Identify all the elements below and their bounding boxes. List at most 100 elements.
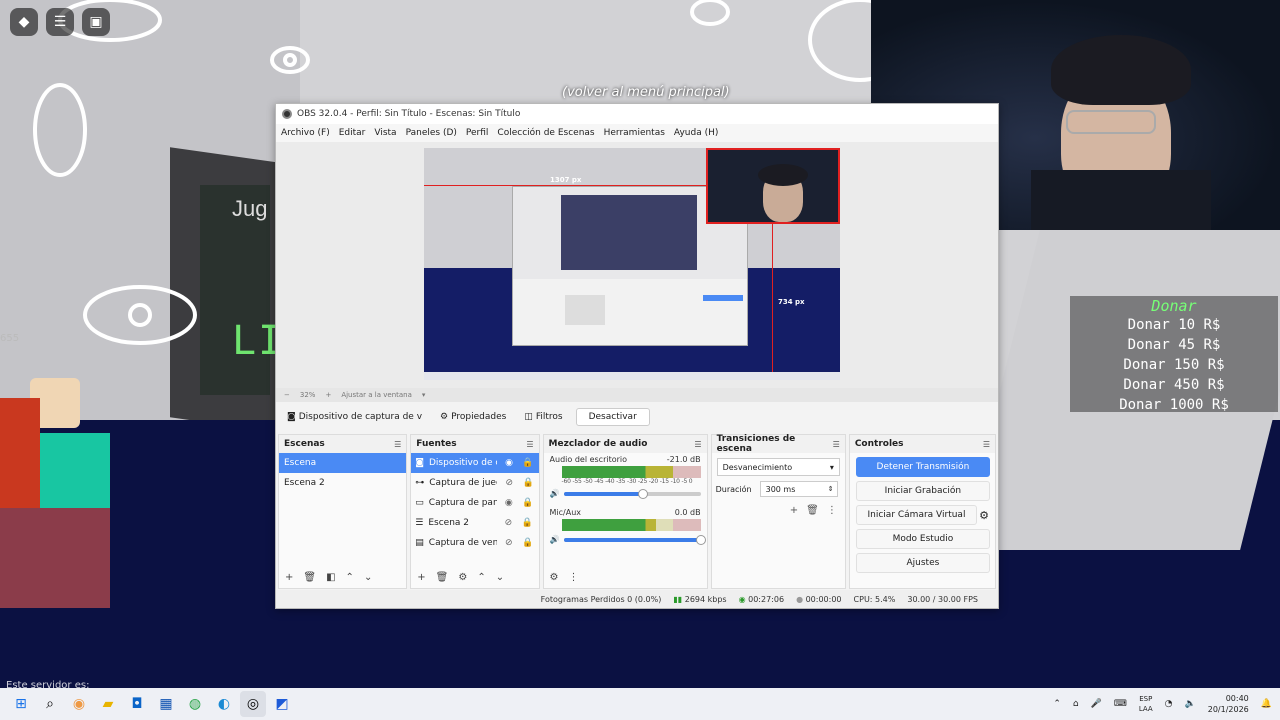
- trash-icon[interactable]: 🗑: [806, 505, 819, 516]
- trash-icon[interactable]: 🗑: [436, 572, 449, 583]
- zoom-minus-button[interactable]: −: [284, 391, 290, 399]
- menu-help[interactable]: Ayuda (H): [674, 128, 718, 138]
- windows-start-icon[interactable]: ⊞: [8, 691, 34, 717]
- settings-button[interactable]: Ajustes: [855, 553, 990, 573]
- filter-icon[interactable]: ◧: [326, 572, 335, 583]
- speaker-icon[interactable]: 🔊: [550, 535, 560, 544]
- lock-icon[interactable]: 🔒: [521, 538, 535, 548]
- start-virtual-camera-button[interactable]: Iniciar Cámara Virtual: [855, 505, 978, 525]
- dock-menu-icon[interactable]: ☰: [694, 440, 701, 449]
- donate-450-button[interactable]: Donar 450 R$: [1070, 375, 1278, 395]
- scenes-footer: + 🗑 ◧ ⌃ ⌄: [279, 568, 406, 586]
- deactivate-button[interactable]: Desactivar: [575, 408, 650, 426]
- source-item[interactable]: ▤ Captura de venta ⊘ 🔒: [411, 533, 538, 553]
- chat-icon[interactable]: ▣: [82, 8, 110, 36]
- visibility-eye-icon[interactable]: ◉: [502, 458, 516, 468]
- webcam-source-selection[interactable]: [706, 148, 840, 224]
- more-options-icon[interactable]: ⋮: [569, 572, 579, 583]
- filters-button[interactable]: ◫ Filtros: [519, 409, 567, 425]
- record-icon: ●: [796, 594, 804, 604]
- speaker-icon[interactable]: 🔊: [550, 489, 560, 498]
- source-item[interactable]: ◙ Dispositivo de cap ◉ 🔒: [411, 453, 539, 473]
- lock-icon[interactable]: 🔒: [521, 478, 535, 488]
- chevron-down-icon[interactable]: ⌄: [364, 572, 372, 583]
- roblox-logo-button[interactable]: ◆: [10, 8, 38, 36]
- notification-bell-icon[interactable]: 🔔: [1261, 699, 1272, 709]
- lock-icon[interactable]: 🔒: [520, 518, 534, 528]
- language-indicator[interactable]: ESP LAA: [1139, 694, 1153, 714]
- gear-icon[interactable]: ⚙: [979, 509, 989, 522]
- volume-slider[interactable]: 🔊: [550, 534, 706, 545]
- preview-canvas[interactable]: 1307 px 734 px: [424, 148, 840, 380]
- donate-10-button[interactable]: Donar 10 R$: [1070, 315, 1278, 335]
- menu-docks[interactable]: Paneles (D): [406, 128, 457, 138]
- source-item[interactable]: ▭ Captura de panta ◉ 🔒: [411, 493, 538, 513]
- advanced-audio-icon[interactable]: ⚙: [550, 572, 559, 583]
- wifi-icon[interactable]: ◔: [1165, 699, 1173, 709]
- menu-profile[interactable]: Perfil: [466, 128, 489, 138]
- clock[interactable]: 00:40 20/1/2026: [1208, 693, 1249, 715]
- chevron-down-icon[interactable]: ▾: [422, 391, 426, 399]
- donate-45-button[interactable]: Donar 45 R$: [1070, 335, 1278, 355]
- more-options-icon[interactable]: ⋮: [827, 505, 837, 516]
- search-icon[interactable]: ⌕: [37, 691, 63, 717]
- hidden-eye-icon[interactable]: ⊘: [502, 538, 516, 548]
- transition-select-value: Desvanecimiento: [722, 462, 793, 472]
- dock-menu-icon[interactable]: ☰: [526, 440, 533, 449]
- file-explorer-icon[interactable]: ▰: [95, 691, 121, 717]
- add-icon[interactable]: +: [417, 572, 425, 583]
- scene-item[interactable]: Escena: [279, 453, 407, 473]
- add-icon[interactable]: +: [285, 572, 293, 583]
- chevron-up-icon[interactable]: ⌃: [477, 572, 485, 583]
- whatsapp-icon[interactable]: ◍: [182, 691, 208, 717]
- duration-label: Duración: [715, 484, 752, 494]
- dock-menu-icon[interactable]: ☰: [394, 440, 401, 449]
- dock-menu-icon[interactable]: ☰: [983, 440, 990, 449]
- menu-view[interactable]: Vista: [374, 128, 396, 138]
- obs-taskbar-icon[interactable]: ◎: [240, 691, 266, 717]
- dock-menu-icon[interactable]: ☰: [833, 440, 840, 449]
- system-tray: ⌃ ⌂ 🎤 ⌨ ESP LAA ◔ 🔈 00:40 20/1/2026 🔔: [1053, 688, 1272, 720]
- source-item[interactable]: ⊶ Captura de juego ⊘ 🔒: [411, 473, 538, 493]
- hidden-eye-icon[interactable]: ⊘: [501, 518, 515, 528]
- volume-slider[interactable]: 🔊: [550, 488, 701, 499]
- menu-edit[interactable]: Editar: [339, 128, 366, 138]
- visibility-eye-icon[interactable]: ◉: [502, 498, 516, 508]
- roblox-taskbar-icon[interactable]: ◩: [269, 691, 295, 717]
- zoom-fit-select[interactable]: Ajustar a la ventana: [341, 391, 412, 399]
- transition-select[interactable]: Desvanecimiento ▾: [716, 458, 840, 476]
- trash-icon[interactable]: 🗑: [303, 572, 316, 583]
- stop-streaming-button[interactable]: Detener Transmisión: [855, 457, 990, 477]
- chevron-up-icon[interactable]: ⌃: [346, 572, 354, 583]
- chevron-down-icon[interactable]: ⌄: [496, 572, 504, 583]
- edge-icon[interactable]: ◐: [211, 691, 237, 717]
- store-icon[interactable]: ▦: [153, 691, 179, 717]
- start-recording-button[interactable]: Iniciar Grabación: [855, 481, 990, 501]
- scene-item[interactable]: Escena 2: [279, 473, 406, 493]
- hidden-eye-icon[interactable]: ⊘: [502, 478, 516, 488]
- microphone-icon[interactable]: 🎤: [1091, 699, 1102, 709]
- spinner-icon[interactable]: ⇕: [828, 485, 834, 493]
- chrome-icon[interactable]: ◉: [66, 691, 92, 717]
- duration-input[interactable]: 300 ms ⇕: [759, 481, 838, 497]
- chevron-up-icon[interactable]: ⌃: [1053, 699, 1061, 709]
- outlook-icon[interactable]: ◘: [124, 691, 150, 717]
- network-icon[interactable]: ⌂: [1073, 699, 1079, 709]
- menu-tools[interactable]: Herramientas: [604, 128, 665, 138]
- donate-1000-button[interactable]: Donar 1000 R$: [1070, 395, 1278, 415]
- volume-icon[interactable]: 🔈: [1185, 699, 1196, 709]
- zoom-plus-button[interactable]: +: [325, 391, 331, 399]
- source-item[interactable]: ☰ Escena 2 ⊘ 🔒: [411, 513, 538, 533]
- menu-scene-collection[interactable]: Colección de Escenas: [497, 128, 594, 138]
- studio-mode-button[interactable]: Modo Estudio: [855, 529, 990, 549]
- lock-icon[interactable]: 🔒: [521, 498, 535, 508]
- gear-icon[interactable]: ⚙: [458, 572, 467, 583]
- lock-icon[interactable]: 🔒: [521, 458, 535, 468]
- keyboard-icon[interactable]: ⌨: [1114, 699, 1127, 709]
- hamburger-menu-icon[interactable]: ☰: [46, 8, 74, 36]
- add-icon[interactable]: +: [790, 505, 798, 516]
- properties-button[interactable]: ⚙ Propiedades: [435, 409, 511, 425]
- donate-150-button[interactable]: Donar 150 R$: [1070, 355, 1278, 375]
- menu-file[interactable]: Archivo (F): [281, 128, 330, 138]
- obs-titlebar[interactable]: OBS 32.0.4 - Perfil: Sin Título - Escena…: [276, 104, 998, 124]
